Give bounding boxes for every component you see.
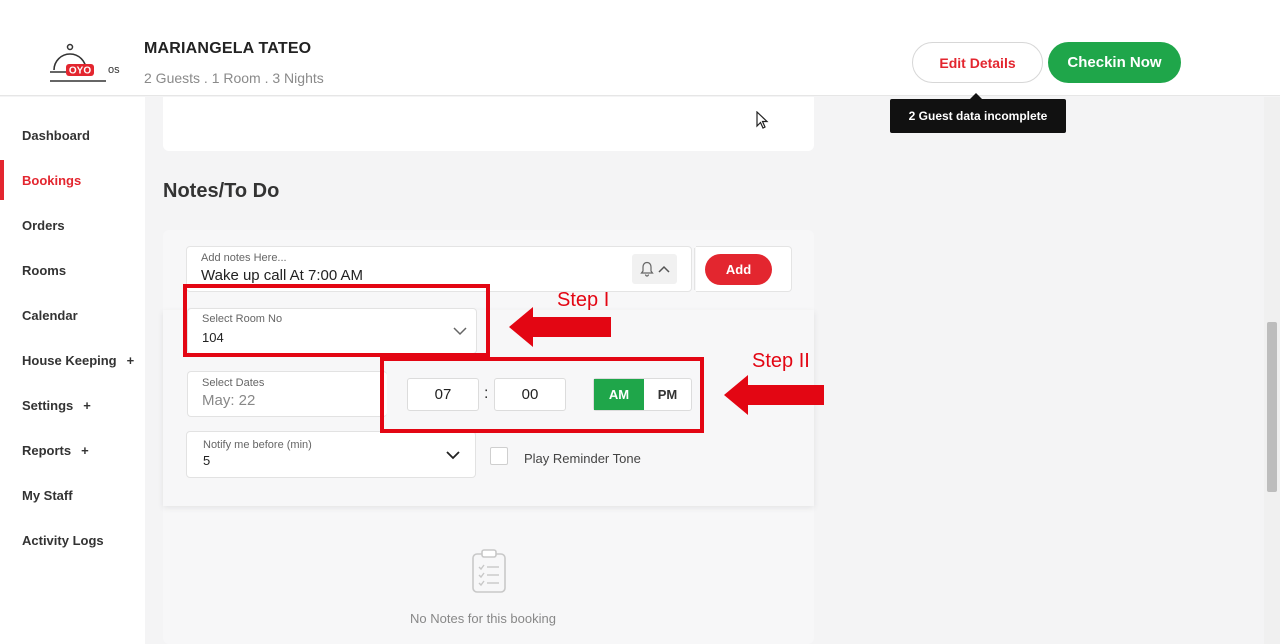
sidebar-item-label: Settings <box>22 397 74 413</box>
empty-notes-message: No Notes for this booking <box>410 611 556 626</box>
chevron-up-icon <box>657 265 670 273</box>
reminder-toggle[interactable] <box>632 254 677 284</box>
step2-label: Step II <box>752 350 810 372</box>
play-reminder-label: Play Reminder Tone <box>524 451 641 466</box>
sidebar-item-calendar[interactable]: Calendar <box>0 295 145 335</box>
checkin-now-button[interactable]: Checkin Now <box>1048 42 1181 83</box>
edit-details-button[interactable]: Edit Details <box>912 42 1043 83</box>
step2-highlight <box>380 357 704 433</box>
note-input-value[interactable]: Wake up call At 7:00 AM <box>201 267 363 284</box>
sidebar-item-label: House Keeping <box>22 352 117 368</box>
sidebar-item-house-keeping[interactable]: House Keeping + <box>0 340 145 380</box>
date-select-label: Select Dates <box>202 377 265 389</box>
sidebar-item-label: Calendar <box>22 307 78 323</box>
bell-icon <box>639 261 654 277</box>
divider <box>694 248 695 290</box>
mouse-cursor-icon <box>756 111 769 129</box>
sidebar-item-orders[interactable]: Orders <box>0 205 145 245</box>
sidebar-item-settings[interactable]: Settings + <box>0 385 145 425</box>
oyo-os-logo[interactable]: OYO os <box>48 40 128 86</box>
booking-info-card <box>163 97 814 151</box>
sidebar-item-label: Orders <box>22 217 65 233</box>
sidebar-item-bookings[interactable]: Bookings <box>0 160 145 200</box>
step1-arrow-icon <box>509 307 611 347</box>
clipboard-icon <box>472 549 506 593</box>
guest-data-tooltip: 2 Guest data incomplete <box>890 93 1066 133</box>
play-reminder-checkbox[interactable] <box>490 447 508 465</box>
sidebar-item-label: Reports <box>22 442 72 458</box>
expand-plus-icon[interactable]: + <box>127 353 135 368</box>
step2-arrow-icon <box>724 375 824 415</box>
guest-name: MARIANGELA TATEO <box>144 40 312 57</box>
add-note-button[interactable]: Add <box>705 254 772 285</box>
note-input-placeholder: Add notes Here... <box>201 252 287 264</box>
sidebar-item-rooms[interactable]: Rooms <box>0 250 145 290</box>
date-select-value: May: 22 <box>202 392 256 409</box>
sidebar-item-label: My Staff <box>22 487 73 503</box>
sidebar-item-reports[interactable]: Reports + <box>0 430 145 470</box>
step1-highlight <box>183 284 490 357</box>
sidebar-item-dashboard[interactable]: Dashboard <box>0 115 145 155</box>
sidebar-item-my-staff[interactable]: My Staff <box>0 475 145 515</box>
sidebar-item-activity-logs[interactable]: Activity Logs <box>0 520 145 560</box>
expand-plus-icon[interactable]: + <box>83 398 91 413</box>
sidebar-item-label: Dashboard <box>22 127 90 143</box>
notify-select-value: 5 <box>203 453 211 468</box>
expand-plus-icon[interactable]: + <box>81 443 89 458</box>
scrollbar-thumb[interactable] <box>1267 322 1277 492</box>
sidebar: Dashboard Bookings Orders Rooms Calendar… <box>0 97 145 644</box>
sidebar-item-label: Activity Logs <box>22 532 104 548</box>
notify-select-label: Notify me before (min) <box>203 439 312 451</box>
guest-summary: 2 Guests . 1 Room . 3 Nights <box>144 70 324 86</box>
sidebar-item-label: Rooms <box>22 262 67 278</box>
notes-section-title: Notes/To Do <box>163 180 280 202</box>
logo-text: OYO <box>69 66 91 77</box>
chevron-down-icon <box>446 451 460 460</box>
logo-suffix: os <box>108 64 120 76</box>
sidebar-item-label: Bookings <box>22 172 82 188</box>
app-header: OYO os MARIANGELA TATEO 2 Guests . 1 Roo… <box>0 0 1280 96</box>
